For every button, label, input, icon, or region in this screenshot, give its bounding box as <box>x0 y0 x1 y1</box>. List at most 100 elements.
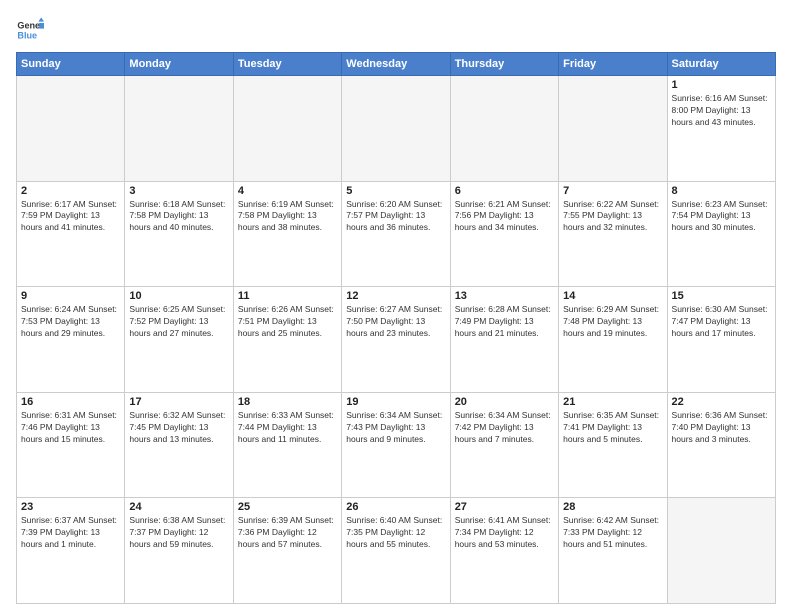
calendar-cell: 10Sunrise: 6:25 AM Sunset: 7:52 PM Dayli… <box>125 287 233 393</box>
calendar-cell: 27 Sunrise: 6:41 AM Sunset: 7:34 PM Dayli… <box>450 498 558 604</box>
day-info: Sunrise: 6:42 AM Sunset: 7:33 PM Dayligh… <box>563 515 662 551</box>
day-info: Sunrise: 6:20 AM Sunset: 7:57 PM Dayligh… <box>346 199 445 235</box>
day-info: Sunrise: 6:26 AM Sunset: 7:51 PM Dayligh… <box>238 304 337 340</box>
weekday-header-friday: Friday <box>559 53 667 76</box>
day-number: 17 <box>129 396 228 408</box>
calendar-cell: 28 Sunrise: 6:42 AM Sunset: 7:33 PM Dayli… <box>559 498 667 604</box>
calendar-cell: 22 Sunrise: 6:36 AM Sunset: 7:40 PM Dayli… <box>667 392 775 498</box>
day-number: 22 <box>672 396 771 408</box>
svg-text:Blue: Blue <box>17 30 37 40</box>
day-number: 28 <box>563 501 662 513</box>
calendar-cell: 7 Sunrise: 6:22 AM Sunset: 7:55 PM Daylig… <box>559 181 667 287</box>
day-info: Sunrise: 6:27 AM Sunset: 7:50 PM Dayligh… <box>346 304 445 340</box>
calendar-cell: 4 Sunrise: 6:19 AM Sunset: 7:58 PM Daylig… <box>233 181 341 287</box>
calendar-cell: 8Sunrise: 6:23 AM Sunset: 7:54 PM Daylig… <box>667 181 775 287</box>
calendar-cell: 1 Sunrise: 6:16 AM Sunset: 8:00 PM Daylig… <box>667 76 775 182</box>
day-number: 7 <box>563 185 662 197</box>
calendar-cell: 25 Sunrise: 6:39 AM Sunset: 7:36 PM Dayli… <box>233 498 341 604</box>
weekday-header-sunday: Sunday <box>17 53 125 76</box>
day-number: 14 <box>563 290 662 302</box>
day-info: Sunrise: 6:22 AM Sunset: 7:55 PM Dayligh… <box>563 199 662 235</box>
calendar-cell: 16Sunrise: 6:31 AM Sunset: 7:46 PM Dayli… <box>17 392 125 498</box>
calendar-week-3: 16Sunrise: 6:31 AM Sunset: 7:46 PM Dayli… <box>17 392 776 498</box>
calendar-cell: 5 Sunrise: 6:20 AM Sunset: 7:57 PM Daylig… <box>342 181 450 287</box>
day-info: Sunrise: 6:38 AM Sunset: 7:37 PM Dayligh… <box>129 515 228 551</box>
calendar-cell: 17 Sunrise: 6:32 AM Sunset: 7:45 PM Dayli… <box>125 392 233 498</box>
day-info: Sunrise: 6:30 AM Sunset: 7:47 PM Dayligh… <box>672 304 771 340</box>
weekday-header-saturday: Saturday <box>667 53 775 76</box>
calendar-cell <box>233 76 341 182</box>
day-number: 15 <box>672 290 771 302</box>
calendar-cell: 12Sunrise: 6:27 AM Sunset: 7:50 PM Dayli… <box>342 287 450 393</box>
day-info: Sunrise: 6:41 AM Sunset: 7:34 PM Dayligh… <box>455 515 554 551</box>
day-number: 4 <box>238 185 337 197</box>
calendar-cell: 13Sunrise: 6:28 AM Sunset: 7:49 PM Dayli… <box>450 287 558 393</box>
day-number: 9 <box>21 290 120 302</box>
calendar-cell: 26 Sunrise: 6:40 AM Sunset: 7:35 PM Dayli… <box>342 498 450 604</box>
day-number: 11 <box>238 290 337 302</box>
weekday-header-tuesday: Tuesday <box>233 53 341 76</box>
calendar-cell: 9 Sunrise: 6:24 AM Sunset: 7:53 PM Daylig… <box>17 287 125 393</box>
calendar-cell <box>342 76 450 182</box>
day-info: Sunrise: 6:21 AM Sunset: 7:56 PM Dayligh… <box>455 199 554 235</box>
calendar-cell: 6Sunrise: 6:21 AM Sunset: 7:56 PM Daylig… <box>450 181 558 287</box>
day-number: 27 <box>455 501 554 513</box>
day-info: Sunrise: 6:36 AM Sunset: 7:40 PM Dayligh… <box>672 410 771 446</box>
weekday-header-wednesday: Wednesday <box>342 53 450 76</box>
calendar-cell <box>559 76 667 182</box>
day-info: Sunrise: 6:24 AM Sunset: 7:53 PM Dayligh… <box>21 304 120 340</box>
day-info: Sunrise: 6:18 AM Sunset: 7:58 PM Dayligh… <box>129 199 228 235</box>
day-info: Sunrise: 6:28 AM Sunset: 7:49 PM Dayligh… <box>455 304 554 340</box>
calendar-cell: 24Sunrise: 6:38 AM Sunset: 7:37 PM Dayli… <box>125 498 233 604</box>
weekday-header-monday: Monday <box>125 53 233 76</box>
day-number: 25 <box>238 501 337 513</box>
calendar-cell: 2 Sunrise: 6:17 AM Sunset: 7:59 PM Daylig… <box>17 181 125 287</box>
calendar-cell <box>450 76 558 182</box>
day-number: 3 <box>129 185 228 197</box>
calendar-week-0: 1 Sunrise: 6:16 AM Sunset: 8:00 PM Daylig… <box>17 76 776 182</box>
logo-icon: General Blue <box>16 16 44 44</box>
calendar-table: SundayMondayTuesdayWednesdayThursdayFrid… <box>16 52 776 604</box>
calendar-cell: 21 Sunrise: 6:35 AM Sunset: 7:41 PM Dayli… <box>559 392 667 498</box>
day-info: Sunrise: 6:31 AM Sunset: 7:46 PM Dayligh… <box>21 410 120 446</box>
day-info: Sunrise: 6:29 AM Sunset: 7:48 PM Dayligh… <box>563 304 662 340</box>
day-number: 18 <box>238 396 337 408</box>
day-info: Sunrise: 6:16 AM Sunset: 8:00 PM Dayligh… <box>672 93 771 129</box>
day-number: 21 <box>563 396 662 408</box>
calendar-cell: 19 Sunrise: 6:34 AM Sunset: 7:43 PM Dayli… <box>342 392 450 498</box>
day-info: Sunrise: 6:40 AM Sunset: 7:35 PM Dayligh… <box>346 515 445 551</box>
calendar-cell <box>17 76 125 182</box>
calendar-cell: 20 Sunrise: 6:34 AM Sunset: 7:42 PM Dayli… <box>450 392 558 498</box>
day-info: Sunrise: 6:25 AM Sunset: 7:52 PM Dayligh… <box>129 304 228 340</box>
weekday-header-row: SundayMondayTuesdayWednesdayThursdayFrid… <box>17 53 776 76</box>
day-number: 26 <box>346 501 445 513</box>
calendar-cell <box>125 76 233 182</box>
day-number: 2 <box>21 185 120 197</box>
day-info: Sunrise: 6:17 AM Sunset: 7:59 PM Dayligh… <box>21 199 120 235</box>
page: General Blue SundayMondayTuesdayWednesda… <box>0 0 792 612</box>
day-info: Sunrise: 6:34 AM Sunset: 7:43 PM Dayligh… <box>346 410 445 446</box>
calendar-cell: 18 Sunrise: 6:33 AM Sunset: 7:44 PM Dayli… <box>233 392 341 498</box>
calendar-cell: 23 Sunrise: 6:37 AM Sunset: 7:39 PM Dayli… <box>17 498 125 604</box>
calendar-cell: 14 Sunrise: 6:29 AM Sunset: 7:48 PM Dayli… <box>559 287 667 393</box>
day-info: Sunrise: 6:37 AM Sunset: 7:39 PM Dayligh… <box>21 515 120 551</box>
day-number: 23 <box>21 501 120 513</box>
day-info: Sunrise: 6:35 AM Sunset: 7:41 PM Dayligh… <box>563 410 662 446</box>
calendar-cell: 3 Sunrise: 6:18 AM Sunset: 7:58 PM Daylig… <box>125 181 233 287</box>
calendar-week-2: 9 Sunrise: 6:24 AM Sunset: 7:53 PM Daylig… <box>17 287 776 393</box>
day-info: Sunrise: 6:34 AM Sunset: 7:42 PM Dayligh… <box>455 410 554 446</box>
calendar-cell: 15 Sunrise: 6:30 AM Sunset: 7:47 PM Dayli… <box>667 287 775 393</box>
day-number: 8 <box>672 185 771 197</box>
day-info: Sunrise: 6:39 AM Sunset: 7:36 PM Dayligh… <box>238 515 337 551</box>
day-info: Sunrise: 6:32 AM Sunset: 7:45 PM Dayligh… <box>129 410 228 446</box>
day-number: 5 <box>346 185 445 197</box>
calendar-cell <box>667 498 775 604</box>
header: General Blue <box>16 16 776 44</box>
logo: General Blue <box>16 16 44 44</box>
day-number: 20 <box>455 396 554 408</box>
day-info: Sunrise: 6:33 AM Sunset: 7:44 PM Dayligh… <box>238 410 337 446</box>
day-number: 19 <box>346 396 445 408</box>
day-number: 1 <box>672 79 771 91</box>
day-info: Sunrise: 6:19 AM Sunset: 7:58 PM Dayligh… <box>238 199 337 235</box>
calendar-week-4: 23 Sunrise: 6:37 AM Sunset: 7:39 PM Dayli… <box>17 498 776 604</box>
